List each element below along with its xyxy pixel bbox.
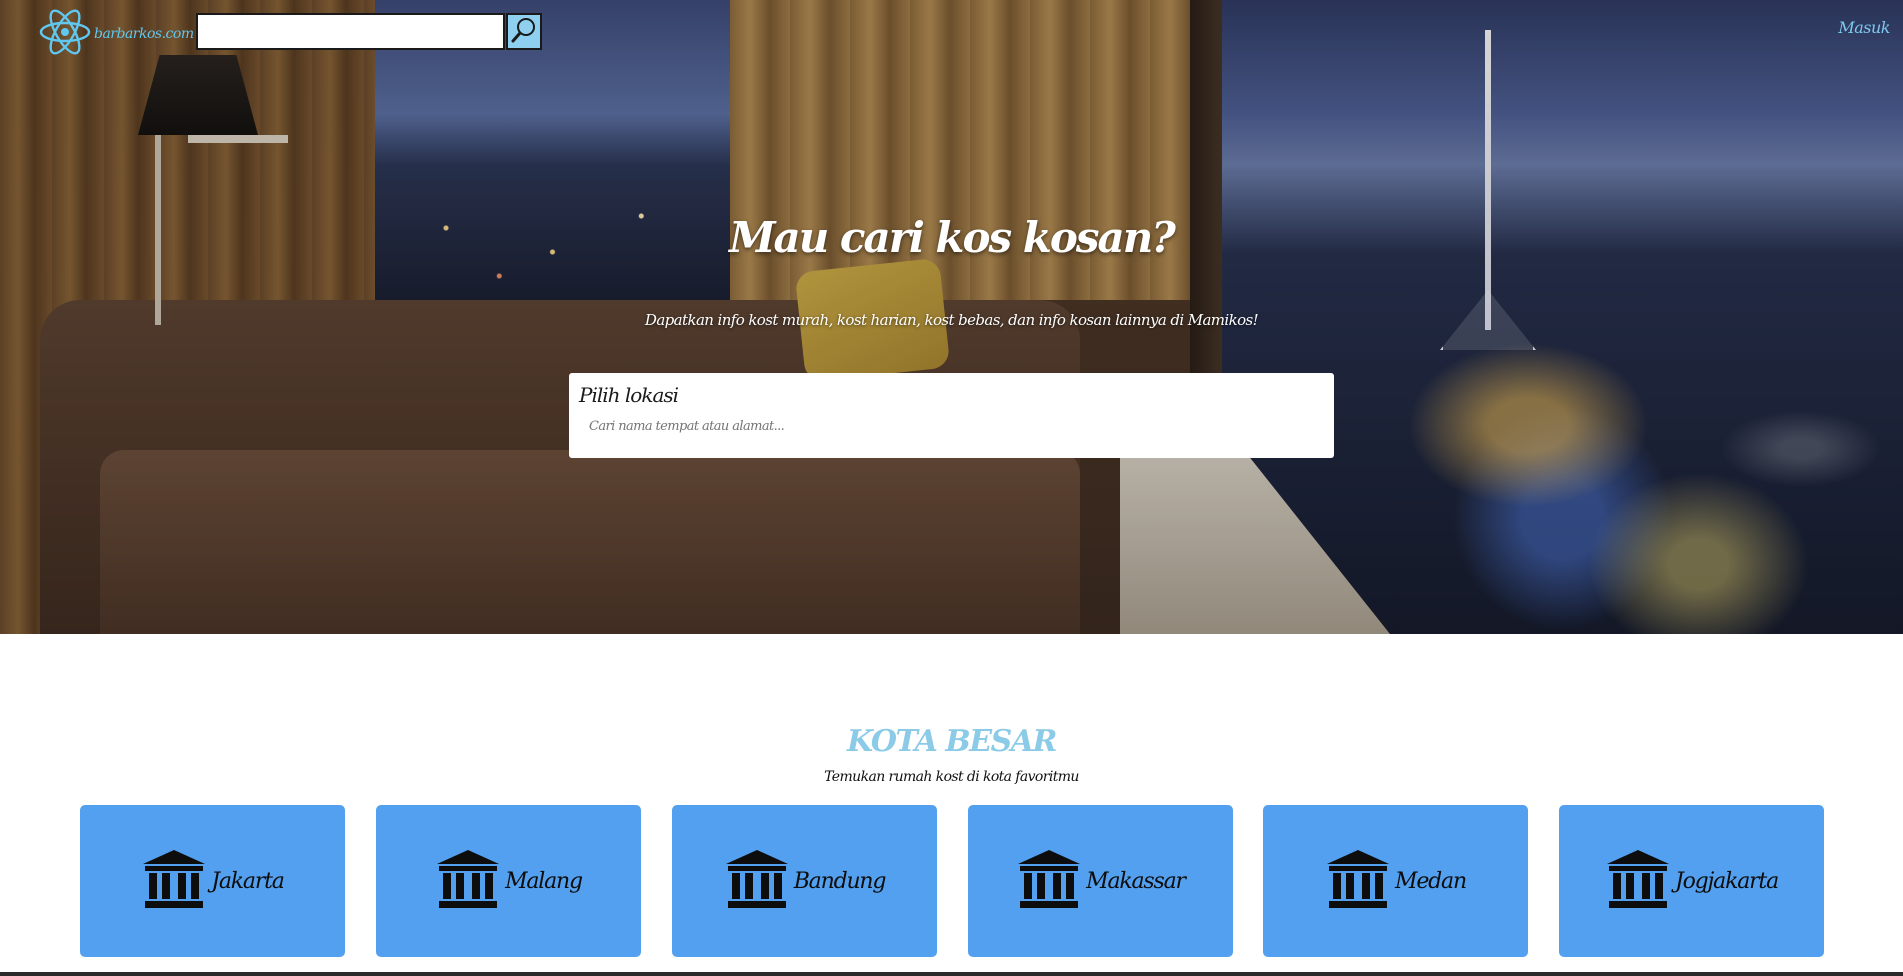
city-card-makassar[interactable]: Makassar — [968, 805, 1233, 957]
bottom-divider — [0, 972, 1903, 976]
city-card-jakarta[interactable]: Jakarta — [80, 805, 345, 957]
hero-title: Mau cari kos kosan? — [729, 213, 1176, 262]
landmark-icon — [1605, 848, 1671, 914]
city-name: Jakarta — [211, 868, 285, 894]
hero-subtitle: Dapatkan info kost murah, kost harian, k… — [644, 311, 1259, 329]
city-card-jogjakarta[interactable]: Jogjakarta — [1559, 805, 1824, 957]
city-card-bandung[interactable]: Bandung — [672, 805, 937, 957]
city-name: Makassar — [1086, 868, 1186, 894]
search-icon — [510, 16, 538, 47]
landmark-icon — [1016, 848, 1082, 914]
location-label: Pilih lokasi — [579, 383, 679, 407]
section-title: KOTA BESAR — [847, 724, 1057, 759]
landmark-icon — [724, 848, 790, 914]
section-subtitle: Temukan rumah kost di kota favoritmu — [824, 769, 1079, 785]
city-card-malang[interactable]: Malang — [376, 805, 641, 957]
search-button[interactable] — [506, 13, 542, 50]
city-name: Medan — [1395, 868, 1467, 894]
location-search-card: Pilih lokasi — [569, 373, 1334, 458]
landmark-icon — [141, 848, 207, 914]
search-input[interactable] — [196, 13, 505, 50]
atom-icon — [38, 8, 92, 60]
city-name: Malang — [505, 868, 583, 894]
landmark-icon — [1325, 848, 1391, 914]
city-name: Jogjakarta — [1674, 868, 1779, 894]
brand-logo[interactable]: barbarkos.com — [38, 8, 194, 60]
brand-name: barbarkos.com — [94, 26, 194, 42]
city-name: Bandung — [793, 868, 887, 894]
location-input[interactable] — [579, 413, 1319, 439]
city-card-medan[interactable]: Medan — [1263, 805, 1528, 957]
landmark-icon — [435, 848, 501, 914]
login-link[interactable]: Masuk — [1838, 18, 1890, 37]
